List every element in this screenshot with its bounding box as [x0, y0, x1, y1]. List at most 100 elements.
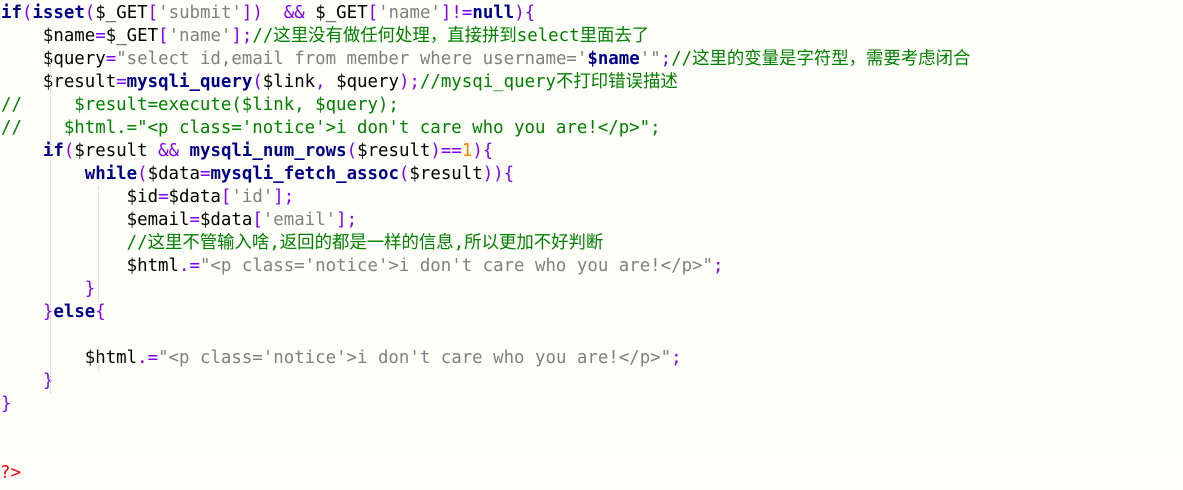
code-line[interactable]: $query="select id,email from member wher… [1, 48, 970, 71]
code-line[interactable]: }else{ [1, 301, 106, 324]
code-token: = [116, 72, 127, 92]
code-token: $result [42, 72, 117, 92]
code-line[interactable]: $html.="<p class='notice'>i don't care w… [1, 347, 682, 370]
code-token: )) [482, 164, 504, 184]
code-token: = [158, 187, 169, 207]
code-token: = [199, 164, 211, 184]
code-token: && [158, 141, 180, 161]
code-token: ]; [273, 187, 295, 207]
code-token: $_GET [315, 3, 368, 23]
code-token: null [472, 3, 515, 23]
code-token: 'submit' [158, 3, 242, 23]
code-token: $name [42, 26, 96, 46]
code-token: && [283, 3, 305, 23]
code-token: else [53, 302, 96, 322]
code-token: $email [126, 210, 190, 230]
code-token: $_GET [105, 26, 159, 46]
code-token: $id [126, 187, 159, 207]
code-token: ); [398, 72, 420, 92]
code-token: $result [74, 141, 148, 161]
code-editor[interactable]: if(isset($_GET['submit']) && $_GET['name… [0, 0, 1183, 490]
code-token: "<p class='notice'>i don't care who you … [158, 348, 672, 368]
code-line[interactable]: //这里不管输入啥,返回的都是一样的信息,所以更加不好判断 [1, 232, 604, 255]
code-token: , [315, 72, 337, 92]
code-token: } [42, 371, 54, 391]
code-token: $html [84, 348, 138, 368]
code-token: [ [252, 210, 263, 230]
code-token: ]) [241, 3, 263, 23]
code-token: $html [126, 256, 179, 276]
code-line[interactable]: } [1, 370, 53, 393]
code-token: // $html.="<p class='notice'>i don't car… [1, 118, 661, 138]
code-token: 'email' [262, 210, 337, 230]
code-token: $result [409, 164, 483, 184]
code-token: while [84, 164, 138, 184]
indent-guide [98, 186, 99, 301]
code-token: ) [430, 141, 441, 161]
code-line[interactable]: if(isset($_GET['submit']) && $_GET['name… [1, 2, 535, 25]
code-line[interactable]: while($data=mysqli_fetch_assoc($result))… [1, 163, 514, 186]
code-token: ; [671, 348, 682, 368]
code-line[interactable]: // $html.="<p class='notice'>i don't car… [1, 117, 661, 140]
indent-guide [50, 48, 51, 393]
code-token: { [95, 302, 106, 322]
code-token: $link [262, 72, 316, 92]
code-token: "select id,email from member where usern… [116, 49, 588, 69]
code-token: ){ [472, 141, 494, 161]
code-token: ( [252, 72, 263, 92]
code-token: $_GET [95, 3, 148, 23]
code-token: //mysqi_query不打印错误描述 [419, 72, 678, 92]
code-line[interactable]: ?> [0, 462, 1183, 485]
code-token: } [42, 302, 54, 322]
code-token: ] [440, 3, 452, 23]
code-token: if [42, 141, 64, 161]
code-token: = [105, 49, 117, 69]
code-token: //这里的变量是字符型，需要考虑闭合 [671, 49, 971, 69]
code-token: = [189, 210, 200, 230]
code-line[interactable]: } [1, 393, 11, 416]
indent-guide [98, 347, 99, 370]
code-token: "<p class='notice'>i don't care who you … [199, 256, 713, 276]
code-line[interactable]: $result=mysqli_query($link, $query);//my… [1, 71, 678, 94]
code-line[interactable]: // $result=execute($link, $query); [1, 94, 399, 117]
code-token: { [524, 3, 536, 23]
code-line[interactable]: } [1, 278, 95, 301]
code-token: } [1, 394, 12, 414]
code-token: ( [137, 164, 148, 184]
code-token: [ [367, 3, 379, 23]
code-line[interactable]: $html.="<p class='notice'>i don't care w… [1, 255, 724, 278]
code-line[interactable]: $name=$_GET['name'];//这里没有做任何处理，直接拼到sele… [1, 25, 649, 48]
code-token: 1 [461, 141, 473, 161]
code-token: ; [713, 256, 724, 276]
code-token: isset [32, 3, 85, 23]
code-token: '" [639, 49, 661, 69]
code-token: ?> [0, 463, 21, 483]
code-token: //这里不管输入啥,返回的都是一样的信息,所以更加不好判断 [126, 233, 604, 253]
code-token: // $result=execute($link, $query); [1, 95, 399, 115]
code-line[interactable]: if($result && mysqli_num_rows($result)==… [1, 140, 493, 163]
code-token: $data [199, 210, 253, 230]
code-token: $data [147, 164, 200, 184]
code-line[interactable]: $email=$data['email']; [1, 209, 357, 232]
code-line[interactable]: $id=$data['id']; [1, 186, 295, 209]
code-token: ( [346, 141, 358, 161]
code-token: $query [336, 72, 399, 92]
code-token: .= [137, 348, 159, 368]
code-token: { [503, 164, 515, 184]
code-token: $name [587, 49, 640, 69]
code-token: [ [147, 3, 159, 23]
code-token: $data [168, 187, 221, 207]
code-token: 'id' [231, 187, 274, 207]
